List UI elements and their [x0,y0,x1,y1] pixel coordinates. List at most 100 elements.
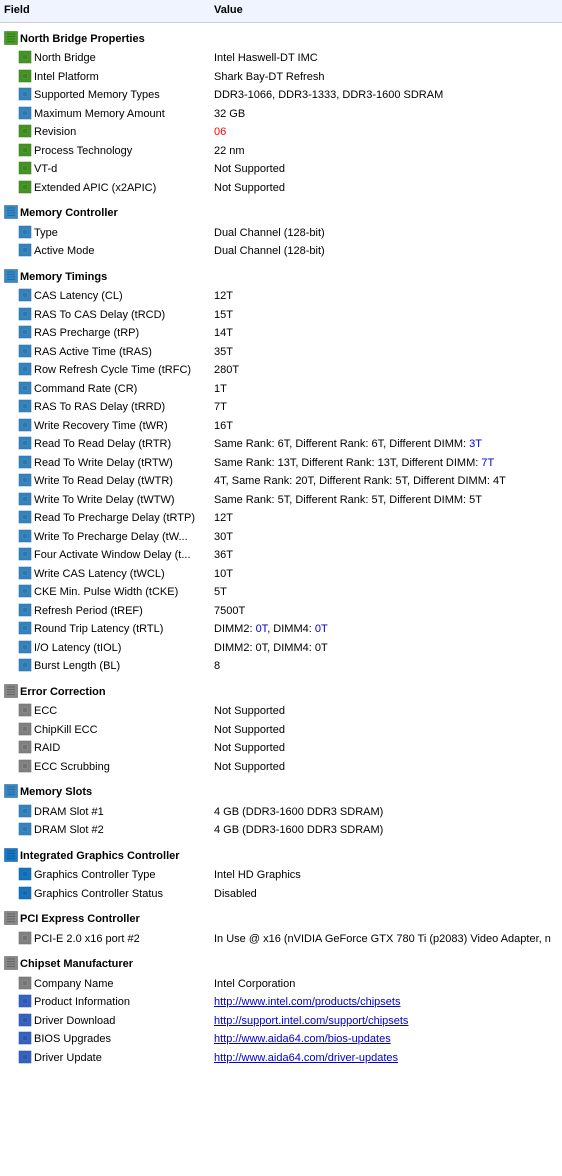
field-value: 06 [210,123,562,142]
value-column-header: Value [210,0,562,22]
timing-icon [18,307,32,321]
field-value: Disabled [210,885,562,904]
field-value[interactable]: http://www.aida64.com/driver-updates [210,1049,562,1068]
timing-icon [18,547,32,561]
value-text: 32 GB [214,108,245,120]
field-label: I/O Latency (tIOL) [34,642,121,654]
info-icon [18,1013,32,1027]
pci-section-icon [4,911,18,925]
field-label: Product Information [34,996,130,1008]
info-icon [18,1031,32,1045]
error-icon [18,759,32,773]
field-label: Intel Platform [34,71,99,83]
error-icon [18,740,32,754]
field-value[interactable]: http://support.intel.com/support/chipset… [210,1012,562,1031]
table-row: Driver Downloadhttp://support.intel.com/… [0,1012,562,1031]
value-text: 4T, Same Rank: 20T, Different Rank: 5T, … [214,475,506,487]
timing-icon [18,362,32,376]
value-text: 7500T [214,605,245,617]
value-text: 1T [214,383,227,395]
value-text: Same Rank: 13T, Different Rank: 13T, Dif… [214,457,494,469]
field-label: Round Trip Latency (tRTL) [34,623,163,635]
value-text: 12T [214,290,233,302]
table-row: Write Recovery Time (tWR)16T [0,417,562,436]
timing-icon [18,510,32,524]
value-text: Not Supported [214,724,285,736]
value-text: 06 [214,126,226,138]
link-value[interactable]: http://support.intel.com/support/chipset… [214,1015,408,1027]
table-row: RAS Precharge (tRP)14T [0,324,562,343]
field-value: Not Supported [210,160,562,179]
field-column-header: Field [0,0,210,22]
field-value: Intel Haswell-DT IMC [210,49,562,68]
gpu-section-icon [4,848,18,862]
timing-icon [18,455,32,469]
field-value: Not Supported [210,739,562,758]
link-value[interactable]: http://www.aida64.com/driver-updates [214,1052,398,1064]
value-text: 16T [214,420,233,432]
link-value[interactable]: http://www.aida64.com/bios-updates [214,1033,391,1045]
timing-icon [18,243,32,257]
gpu-icon [18,886,32,900]
timing-icon [18,473,32,487]
timing-icon [18,87,32,101]
chip-icon [18,180,32,194]
field-label: Active Mode [34,245,95,257]
field-label: RAS To RAS Delay (tRRD) [34,401,165,413]
field-value[interactable]: http://www.intel.com/products/chipsets [210,993,562,1012]
value-text: DDR3-1066, DDR3-1333, DDR3-1600 SDRAM [214,89,443,101]
field-value: Dual Channel (128-bit) [210,242,562,261]
link-value[interactable]: http://www.intel.com/products/chipsets [214,996,400,1008]
value-text: Same Rank: 6T, Different Rank: 6T, Diffe… [214,438,482,450]
field-label: Read To Precharge Delay (tRTP) [34,512,195,524]
table-row: Read To Read Delay (tRTR)Same Rank: 6T, … [0,435,562,454]
timing-icon [18,399,32,413]
error-icon [18,722,32,736]
chip-section-icon [4,31,18,45]
table-row: DRAM Slot #24 GB (DDR3-1600 DDR3 SDRAM) [0,821,562,840]
field-value: 1T [210,380,562,399]
highlighted-value: 7T [481,457,494,469]
field-label: ECC Scrubbing [34,761,110,773]
section-label: Chipset Manufacturer [20,958,133,970]
timing-section-icon [4,269,18,283]
timing-icon [18,584,32,598]
field-value: 16T [210,417,562,436]
timing-icon [18,288,32,302]
table-row: CAS Latency (CL)12T [0,287,562,306]
section-north-bridge-properties: North Bridge Properties [0,22,562,49]
field-value: 22 nm [210,142,562,161]
field-label: RAS Precharge (tRP) [34,327,139,339]
field-value: 4 GB (DDR3-1600 DDR3 SDRAM) [210,803,562,822]
field-label: ChipKill ECC [34,724,98,736]
field-label: VT-d [34,163,57,175]
table-row: Intel PlatformShark Bay-DT Refresh [0,68,562,87]
section-label: North Bridge Properties [20,33,145,45]
table-row: RAIDNot Supported [0,739,562,758]
timing-icon [18,418,32,432]
section-pci-express: PCI Express Controller [0,903,562,930]
section-integrated-graphics: Integrated Graphics Controller [0,840,562,867]
table-row: Read To Write Delay (tRTW) Same Rank: 13T… [0,454,562,473]
value-text: 7T [214,401,227,413]
timing-icon [18,621,32,635]
field-value: 7500T [210,602,562,621]
section-label: Integrated Graphics Controller [20,850,180,862]
table-row: ECCNot Supported [0,702,562,721]
chip-icon [18,69,32,83]
value-text: 5T [214,586,227,598]
table-row: Supported Memory Types DDR3-1066, DDR3-13… [0,86,562,105]
field-value[interactable]: http://www.aida64.com/bios-updates [210,1030,562,1049]
timing-icon [18,106,32,120]
field-label: Company Name [34,978,113,990]
table-row: Maximum Memory Amount32 GB [0,105,562,124]
field-label: Supported Memory Types [34,89,160,101]
chip-icon [18,124,32,138]
value-text: Not Supported [214,182,285,194]
section-label: Memory Controller [20,207,118,219]
table-row: Revision06 [0,123,562,142]
timing-icon [18,658,32,672]
timing-icon [18,344,32,358]
field-label: Read To Write Delay (tRTW) [34,457,173,469]
field-value: 5T [210,583,562,602]
